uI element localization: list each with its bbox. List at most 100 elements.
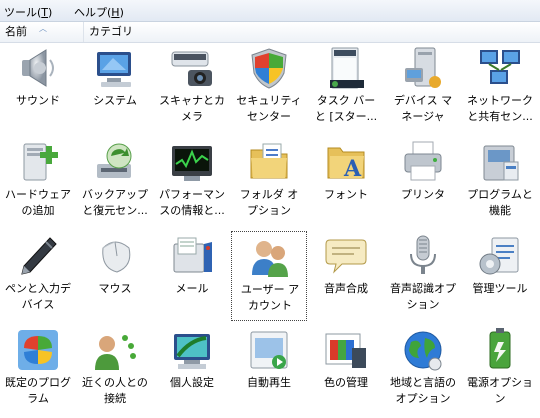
control-panel-item[interactable]: スキャナとカ メラ — [154, 43, 230, 133]
programs-icon — [478, 140, 522, 184]
performance-icon — [170, 140, 214, 184]
control-panel-item[interactable]: ハードウェア の追加 — [0, 137, 76, 227]
control-panel-item[interactable]: 色の管理 — [308, 325, 384, 415]
control-panel-item-label: 音声認識オプ ション — [385, 281, 461, 313]
control-panel-item-label: 個人設定 — [154, 375, 230, 391]
control-panel-item-label: プリンタ — [385, 187, 461, 203]
item-label-line2: オプション — [395, 392, 451, 405]
fonts-icon: A — [324, 140, 368, 184]
control-panel-item[interactable]: 個人設定 — [154, 325, 230, 415]
item-label-line1: ユーザー ア — [240, 283, 300, 296]
control-panel-item[interactable]: セキュリティ センター — [231, 43, 307, 133]
menu-tools[interactable]: ツール(T) — [2, 4, 54, 20]
control-panel-item[interactable]: ネットワーク と共有セン... — [462, 43, 538, 133]
network-icon — [478, 46, 522, 90]
column-name-label: 名前 — [5, 25, 27, 38]
icon-grid: サウンド システム スキャナとカ メラ セキュリティ センター タスク バーと [スター..… — [0, 43, 540, 418]
control-panel-item[interactable]: プリンタ — [385, 137, 461, 227]
autoplay-icon — [247, 328, 291, 372]
add-hardware-icon — [16, 140, 60, 184]
item-label-line1: デバイス マ — [393, 94, 453, 107]
item-label-line1: サウンド — [16, 94, 60, 107]
speaker-icon — [16, 46, 60, 90]
control-panel-item[interactable]: 自動再生 — [231, 325, 307, 415]
control-panel-item[interactable]: 近くの人との 接続 — [77, 325, 153, 415]
control-panel-item[interactable]: マウス — [77, 231, 153, 321]
control-panel-item[interactable]: サウンド — [0, 43, 76, 133]
item-label-line2: ラム — [27, 392, 49, 405]
control-panel-item-label: スキャナとカ メラ — [154, 93, 230, 125]
item-label-line1: 管理ツール — [472, 282, 528, 295]
control-panel-item[interactable]: 音声認識オプ ション — [385, 231, 461, 321]
control-panel-item-label: サウンド — [0, 93, 76, 109]
column-name[interactable]: ︿ 名前 — [0, 22, 84, 42]
item-label-line1: 電源オプショ — [467, 376, 533, 389]
control-panel-item[interactable]: ペンと入力デ バイス — [0, 231, 76, 321]
item-label-line2: スの情報と... — [159, 204, 225, 217]
control-panel-item-label: 既定のプログ ラム — [0, 375, 76, 407]
item-label-line1: バックアップ — [82, 188, 148, 201]
item-label-line1: フォルダ オ — [239, 188, 299, 201]
item-label-line1: 近くの人との — [82, 376, 148, 389]
item-label-line1: プログラムと — [467, 188, 533, 201]
control-panel-item-label: プログラムと 機能 — [462, 187, 538, 219]
control-panel-item[interactable]: プログラムと 機能 — [462, 137, 538, 227]
item-label-line2: ネージャ — [401, 110, 445, 123]
item-label-line1: 音声認識オプ — [390, 282, 456, 295]
folder-options-icon — [247, 140, 291, 184]
microphone-icon — [401, 234, 445, 278]
personalization-icon — [170, 328, 214, 372]
mail-icon — [170, 234, 214, 278]
item-label-line2: と [スター... — [314, 110, 378, 123]
control-panel-item[interactable]: デバイス マネージャ — [385, 43, 461, 133]
item-label-line2: ン — [494, 392, 506, 405]
item-label-line1: フォント — [324, 188, 368, 201]
control-panel-item-label: 自動再生 — [231, 375, 307, 391]
item-label-line2: と共有セン... — [467, 110, 533, 123]
svg-text:A: A — [343, 156, 362, 182]
item-label-line2: 機能 — [489, 204, 511, 217]
control-panel-item-label: ハードウェア の追加 — [0, 187, 76, 219]
printer-icon — [401, 140, 445, 184]
control-panel-item-label: フォント — [308, 187, 384, 203]
column-header: ︿ 名前 カテゴリ — [0, 22, 540, 43]
admin-tools-icon — [478, 234, 522, 278]
computer-icon — [93, 46, 137, 90]
color-management-icon — [324, 328, 368, 372]
control-panel-item-label: バックアップ と復元セン... — [77, 187, 153, 219]
speech-icon — [324, 234, 368, 278]
control-panel-item-label: 音声合成 — [308, 281, 384, 297]
item-label-line2: と復元セン... — [82, 204, 148, 217]
item-label-line1: ハードウェア — [5, 188, 71, 201]
control-panel-item[interactable]: タスク バーと [スター... — [308, 43, 384, 133]
control-panel-item[interactable]: メール — [154, 231, 230, 321]
control-panel-item-label: 色の管理 — [308, 375, 384, 391]
control-panel-item[interactable]: 音声合成 — [308, 231, 384, 321]
control-panel-item-label: ペンと入力デ バイス — [0, 281, 76, 313]
item-label-line2: センター — [247, 110, 291, 123]
item-label-line1: セキュリティ — [236, 94, 302, 107]
control-panel-item[interactable]: フォルダ オプション — [231, 137, 307, 227]
control-panel-item[interactable]: ユーザー アカウント — [231, 231, 307, 321]
control-panel-item-label: 管理ツール — [462, 281, 538, 297]
menu-bar: ツール(T) ヘルプ(H) — [0, 0, 540, 22]
column-category[interactable]: カテゴリ — [84, 22, 540, 42]
control-panel-item[interactable]: システム — [77, 43, 153, 133]
item-label-line1: タスク バー — [316, 94, 376, 107]
item-label-line1: 色の管理 — [324, 376, 368, 389]
control-panel-item[interactable]: 地域と言語の オプション — [385, 325, 461, 415]
control-panel-item[interactable]: バックアップ と復元セン... — [77, 137, 153, 227]
menu-help-label: ヘルプ( — [74, 6, 112, 19]
control-panel-item[interactable]: A フォント — [308, 137, 384, 227]
item-label-line2: プション — [247, 204, 291, 217]
taskbar-icon — [324, 46, 368, 90]
control-panel-item[interactable]: 管理ツール — [462, 231, 538, 321]
control-panel-item[interactable]: 電源オプション — [462, 325, 538, 415]
control-panel-item[interactable]: パフォーマン スの情報と... — [154, 137, 230, 227]
menu-help-suffix: ) — [119, 6, 124, 19]
globe-icon — [401, 328, 445, 372]
menu-help[interactable]: ヘルプ(H) — [72, 4, 126, 20]
menu-tools-label: ツール( — [4, 6, 42, 19]
item-label-line1: マウス — [98, 282, 132, 295]
control-panel-item[interactable]: 既定のプログ ラム — [0, 325, 76, 415]
